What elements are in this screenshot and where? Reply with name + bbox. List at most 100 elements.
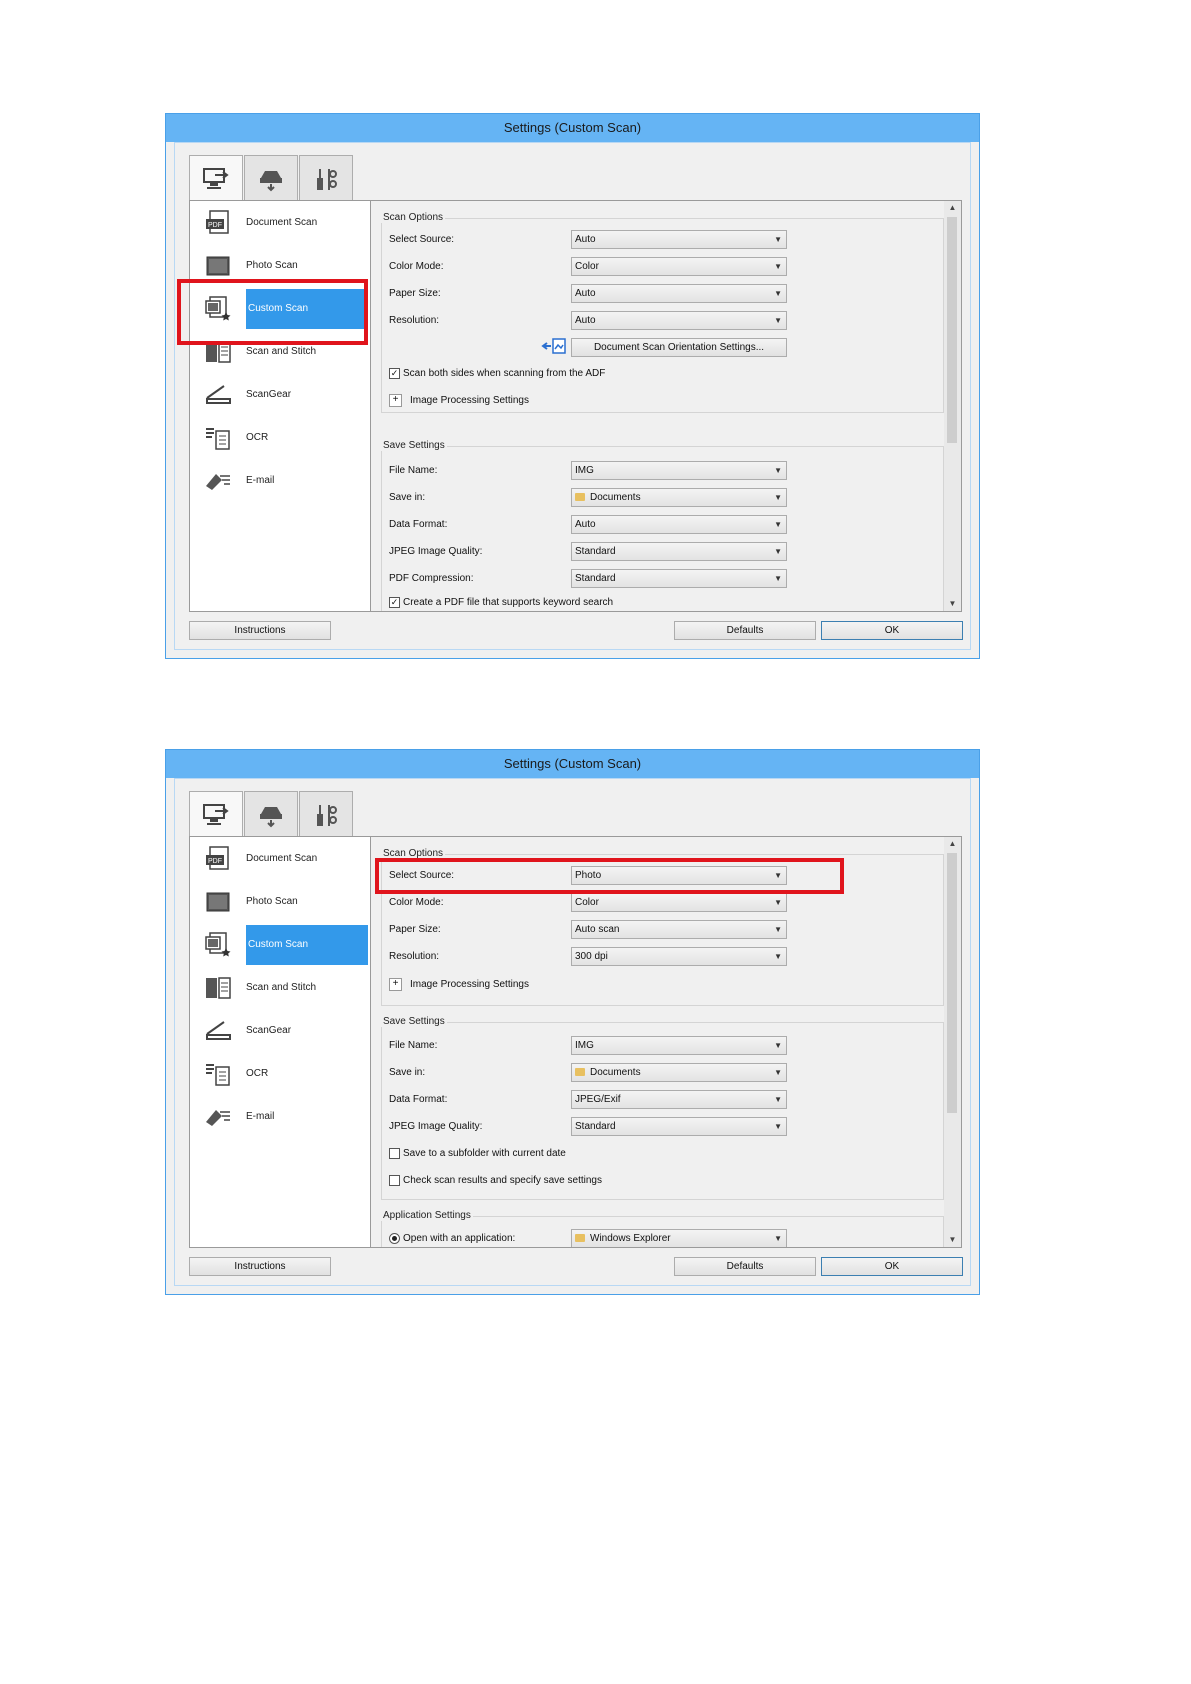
resolution-dropdown[interactable]: Auto ▼ — [571, 311, 787, 330]
image-processing-expander[interactable]: + Image Processing Settings — [389, 978, 529, 991]
email-icon — [206, 474, 230, 490]
vertical-scrollbar[interactable]: ▲ ▼ — [944, 201, 961, 611]
file-name-input[interactable]: IMG ▼ — [571, 461, 787, 480]
orientation-settings-button[interactable]: Document Scan Orientation Settings... — [571, 338, 787, 357]
scroll-down-icon[interactable]: ▼ — [944, 597, 961, 611]
select-source-value: Auto — [575, 234, 596, 245]
instructions-button[interactable]: Instructions — [189, 1257, 331, 1276]
keyword-pdf-checkbox-row[interactable]: ✓ Create a PDF file that supports keyword… — [389, 597, 613, 608]
color-mode-dropdown[interactable]: Color ▼ — [571, 257, 787, 276]
scroll-down-icon[interactable]: ▼ — [944, 1233, 961, 1247]
nav-item-scangear[interactable]: ScanGear — [190, 375, 370, 415]
defaults-button[interactable]: Defaults — [674, 1257, 816, 1276]
ok-button[interactable]: OK — [821, 621, 963, 640]
paper-size-dropdown[interactable]: Auto ▼ — [571, 284, 787, 303]
checkbox-unchecked[interactable] — [389, 1148, 400, 1159]
save-in-value: Documents — [590, 492, 641, 503]
scan-both-sides-checkbox-row[interactable]: ✓ Scan both sides when scanning from the … — [389, 368, 605, 379]
file-name-value: IMG — [575, 465, 594, 476]
windows-explorer-icon — [575, 1234, 585, 1243]
nav-item-email[interactable]: E-mail — [190, 1097, 370, 1137]
file-name-label: File Name: — [389, 465, 438, 476]
save-in-dropdown[interactable]: Documents ▼ — [571, 1063, 787, 1082]
color-mode-dropdown[interactable]: Color ▼ — [571, 893, 787, 912]
ok-button[interactable]: OK — [821, 1257, 963, 1276]
nav-item-scangear[interactable]: ScanGear — [190, 1011, 370, 1051]
nav-item-ocr[interactable]: OCR — [190, 418, 370, 458]
check-results-label: Check scan results and specify save sett… — [403, 1175, 602, 1187]
orientation-icon — [541, 337, 567, 355]
ocr-icon — [206, 428, 230, 450]
nav-item-document-scan[interactable]: PDF Document Scan — [190, 839, 370, 879]
tab-general-settings[interactable] — [299, 155, 353, 201]
save-in-value: Documents — [590, 1067, 641, 1078]
tab-scan-from-computer[interactable] — [189, 155, 243, 202]
select-source-dropdown[interactable]: Auto ▼ — [571, 230, 787, 249]
folder-icon — [575, 1068, 585, 1077]
resolution-dropdown[interactable]: 300 dpi ▼ — [571, 947, 787, 966]
image-processing-label: Image Processing Settings — [410, 395, 529, 407]
checkbox-unchecked[interactable] — [389, 1175, 400, 1186]
vertical-scrollbar[interactable]: ▲ ▼ — [944, 837, 961, 1247]
scroll-up-icon[interactable]: ▲ — [944, 837, 961, 851]
subfolder-label: Save to a subfolder with current date — [403, 1148, 566, 1160]
file-name-input[interactable]: IMG ▼ — [571, 1036, 787, 1055]
nav-item-document-scan[interactable]: PDF Document Scan — [190, 203, 370, 243]
tab-scan-from-computer[interactable] — [189, 791, 243, 838]
keyword-pdf-label: Create a PDF file that supports keyword … — [403, 597, 614, 609]
nav-item-scan-and-stitch[interactable]: Scan and Stitch — [190, 968, 370, 1008]
settings-dialog-1: Settings (Custom Scan) PDF Document Scan… — [165, 113, 980, 659]
jpeg-quality-dropdown[interactable]: Standard ▼ — [571, 1117, 787, 1136]
resolution-label: Resolution: — [389, 315, 440, 326]
application-settings-title: Application Settings — [381, 1210, 473, 1221]
save-in-dropdown[interactable]: Documents ▼ — [571, 488, 787, 507]
settings-panel: Scan Options Select Source: Auto ▼ Color … — [371, 200, 962, 612]
photo-scan-icon — [206, 256, 230, 276]
chevron-down-icon: ▼ — [774, 1041, 782, 1050]
pdf-compression-dropdown[interactable]: Standard ▼ — [571, 569, 787, 588]
nav-item-email[interactable]: E-mail — [190, 461, 370, 501]
nav-item-custom-scan[interactable]: Custom Scan — [190, 925, 370, 965]
nav-item-ocr[interactable]: OCR — [190, 1054, 370, 1094]
nav-label: Document Scan — [246, 853, 318, 864]
defaults-button[interactable]: Defaults — [674, 621, 816, 640]
plus-icon[interactable]: + — [389, 394, 402, 407]
checkbox-checked[interactable]: ✓ — [389, 368, 400, 379]
paper-size-dropdown[interactable]: Auto scan ▼ — [571, 920, 787, 939]
chevron-down-icon: ▼ — [774, 1122, 782, 1131]
chevron-down-icon: ▼ — [774, 262, 782, 271]
tab-scan-from-operation-panel[interactable] — [244, 155, 298, 201]
color-mode-value: Color — [575, 261, 599, 272]
data-format-dropdown[interactable]: Auto ▼ — [571, 515, 787, 534]
scrollbar-thumb[interactable] — [947, 853, 957, 1113]
nav-label: E-mail — [246, 475, 275, 486]
subfolder-checkbox-row[interactable]: Save to a subfolder with current date — [389, 1148, 566, 1159]
color-mode-value: Color — [575, 897, 599, 908]
checkbox-checked[interactable]: ✓ — [389, 597, 400, 608]
instructions-button[interactable]: Instructions — [189, 621, 331, 640]
nav-label: E-mail — [246, 1111, 275, 1122]
scrollbar-thumb[interactable] — [947, 217, 957, 443]
application-dropdown[interactable]: Windows Explorer ▼ — [571, 1229, 787, 1247]
tab-scan-from-operation-panel[interactable] — [244, 791, 298, 837]
tab-general-settings[interactable] — [299, 791, 353, 837]
settings-dialog-2: Settings (Custom Scan) PDF Document Scan… — [165, 749, 980, 1295]
open-with-radio-row[interactable]: Open with an application: — [389, 1233, 515, 1244]
data-format-dropdown[interactable]: JPEG/Exif ▼ — [571, 1090, 787, 1109]
image-processing-expander[interactable]: + Image Processing Settings — [389, 394, 529, 407]
plus-icon[interactable]: + — [389, 978, 402, 991]
dialog-body: PDF Document Scan Photo Scan Custom Scan… — [174, 142, 971, 650]
chevron-down-icon: ▼ — [774, 1095, 782, 1104]
nav-label: Photo Scan — [246, 896, 298, 907]
check-results-checkbox-row[interactable]: Check scan results and specify save sett… — [389, 1175, 602, 1186]
data-format-label: Data Format: — [389, 1094, 448, 1105]
chevron-down-icon: ▼ — [774, 466, 782, 475]
chevron-down-icon: ▼ — [774, 574, 782, 583]
chevron-down-icon: ▼ — [774, 952, 782, 961]
jpeg-quality-value: Standard — [575, 1121, 616, 1132]
radio-selected[interactable] — [389, 1233, 400, 1244]
pdf-compression-value: Standard — [575, 573, 616, 584]
scroll-up-icon[interactable]: ▲ — [944, 201, 961, 215]
nav-item-photo-scan[interactable]: Photo Scan — [190, 882, 370, 922]
jpeg-quality-dropdown[interactable]: Standard ▼ — [571, 542, 787, 561]
